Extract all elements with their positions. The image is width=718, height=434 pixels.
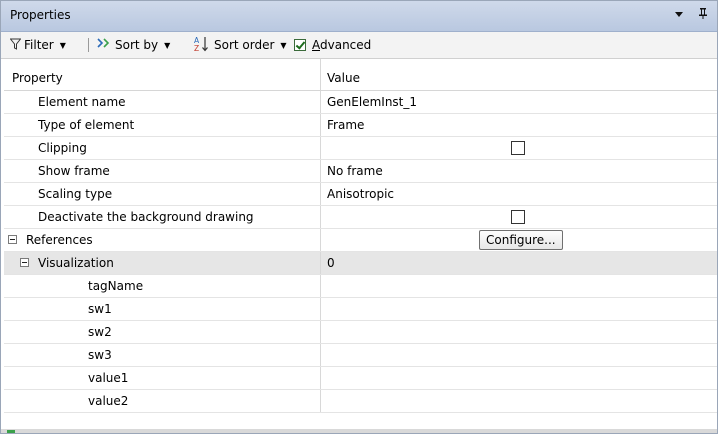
property-name: sw2 [88, 325, 112, 339]
property-name: tagName [88, 279, 144, 293]
property-value[interactable]: GenElemInst_1 [327, 95, 417, 109]
property-grid: Property Value Element name GenElemInst_… [4, 59, 717, 413]
property-row-value2[interactable]: value2 [4, 390, 717, 413]
chevron-down-icon: ▼ [280, 40, 287, 50]
sort-az-icon: A Z [193, 35, 211, 56]
property-value[interactable]: Frame [327, 118, 364, 132]
collapse-references-icon[interactable] [8, 235, 17, 244]
property-name: value1 [88, 371, 129, 385]
property-name: Visualization [38, 256, 114, 270]
pin-icon[interactable] [695, 7, 711, 23]
sort-order-button[interactable]: A Z Sort order ▼ [193, 36, 287, 54]
property-name: sw1 [88, 302, 112, 316]
advanced-label: Advanced [312, 38, 372, 52]
property-row-references[interactable]: References Configure... [4, 229, 717, 252]
property-row-value1[interactable]: value1 [4, 367, 717, 390]
properties-toolbar: Filter ▼ Sort by ▼ A Z Sort order ▼ Adva… [1, 32, 717, 59]
sort-by-button[interactable]: Sort by ▼ [96, 36, 170, 54]
svg-text:Z: Z [194, 44, 199, 53]
expand-icon [7, 430, 15, 433]
collapse-visualization-icon[interactable] [20, 258, 29, 267]
filter-label: Filter [24, 38, 54, 52]
property-name: value2 [88, 394, 129, 408]
property-row-sw3[interactable]: sw3 [4, 344, 717, 367]
configure-button[interactable]: Configure... [479, 230, 563, 250]
property-row-visualization[interactable]: Visualization 0 [4, 252, 717, 275]
column-header-property[interactable]: Property [12, 71, 63, 85]
advanced-toggle[interactable]: Advanced [294, 36, 371, 54]
sort-by-icon [96, 37, 112, 54]
property-row-deactivate-background[interactable]: Deactivate the background drawing [4, 206, 717, 229]
property-row-show-frame[interactable]: Show frame No frame [4, 160, 717, 183]
property-row-sw2[interactable]: sw2 [4, 321, 717, 344]
property-row-sw1[interactable]: sw1 [4, 298, 717, 321]
property-value[interactable]: Anisotropic [327, 187, 394, 201]
chevron-down-icon: ▼ [59, 40, 66, 50]
panel-title: Properties [10, 8, 71, 22]
grid-header: Property Value [4, 59, 717, 91]
column-header-value[interactable]: Value [327, 71, 360, 85]
property-name: Show frame [38, 164, 110, 178]
property-value[interactable]: No frame [327, 164, 383, 178]
property-row-scaling-type[interactable]: Scaling type Anisotropic [4, 183, 717, 206]
property-name: References [26, 233, 93, 247]
property-name: Deactivate the background drawing [38, 210, 254, 224]
property-row-clipping[interactable]: Clipping [4, 137, 717, 160]
property-name: Scaling type [38, 187, 113, 201]
deactivate-background-checkbox[interactable] [511, 210, 525, 224]
property-name: Type of element [38, 118, 135, 132]
panel-titlebar: Properties [1, 1, 717, 32]
property-name: Element name [38, 95, 126, 109]
advanced-checkbox[interactable] [294, 39, 306, 51]
property-name: sw3 [88, 348, 112, 362]
property-row-type-of-element[interactable]: Type of element Frame [4, 114, 717, 137]
next-group-row-partial [1, 429, 717, 433]
sort-order-label: Sort order [214, 38, 275, 52]
filter-button[interactable]: Filter ▼ [9, 36, 66, 54]
property-name: Clipping [38, 141, 87, 155]
property-row-element-name[interactable]: Element name GenElemInst_1 [4, 91, 717, 114]
sort-by-label: Sort by [115, 38, 159, 52]
property-row-tagname[interactable]: tagName [4, 275, 717, 298]
properties-panel: Properties Filter ▼ Sort by ▼ A Z Sort o… [0, 0, 718, 434]
filter-icon [9, 38, 22, 53]
panel-menu-chevron-down-icon[interactable] [671, 7, 687, 23]
chevron-down-icon: ▼ [164, 40, 171, 50]
clipping-checkbox[interactable] [511, 141, 525, 155]
property-value[interactable]: 0 [327, 256, 335, 270]
toolbar-separator [88, 38, 89, 52]
